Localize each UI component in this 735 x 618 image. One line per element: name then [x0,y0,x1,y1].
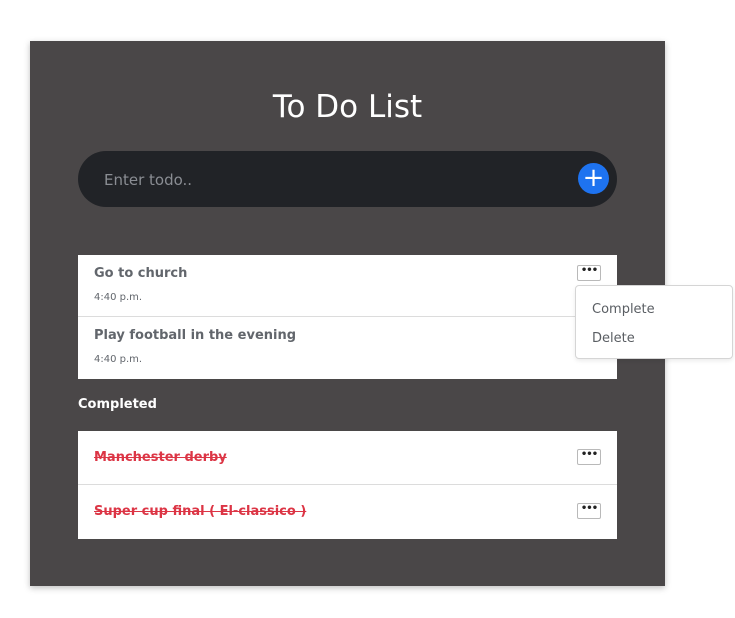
item-menu-button[interactable]: ••• [577,449,601,465]
todo-list: Go to church 4:40 p.m. ••• Play football… [78,255,617,379]
todo-time: 4:40 p.m. [94,354,143,365]
ellipsis-icon: ••• [580,449,598,460]
todo-title: Go to church [94,266,188,281]
todo-input[interactable] [102,151,566,209]
completed-heading: Completed [78,397,157,412]
ellipsis-icon: ••• [580,265,598,276]
completed-list: Manchester derby ••• Super cup final ( E… [78,431,617,539]
add-todo-button[interactable]: + [578,163,609,194]
list-item: Play football in the evening 4:40 p.m. [78,317,617,379]
ellipsis-icon: ••• [580,503,598,514]
item-dropdown-menu: Complete Delete [575,285,733,359]
item-menu-button[interactable]: ••• [577,503,601,519]
item-menu-button[interactable]: ••• [577,265,601,281]
menu-item-delete[interactable]: Delete [592,331,635,346]
todo-time: 4:40 p.m. [94,292,143,303]
page-title: To Do List [272,89,423,125]
todo-title: Play football in the evening [94,328,297,343]
menu-item-complete[interactable]: Complete [592,302,655,317]
plus-icon: + [582,163,605,193]
list-item: Super cup final ( El-classico ) ••• [78,485,617,539]
list-item: Manchester derby ••• [78,431,617,485]
list-item: Go to church 4:40 p.m. ••• [78,255,617,317]
todo-input-wrapper: + [78,151,617,209]
completed-title: Manchester derby [94,450,227,465]
completed-title: Super cup final ( El-classico ) [94,504,307,519]
todo-card: To Do List + Go to church 4:40 p.m. ••• … [30,41,665,586]
